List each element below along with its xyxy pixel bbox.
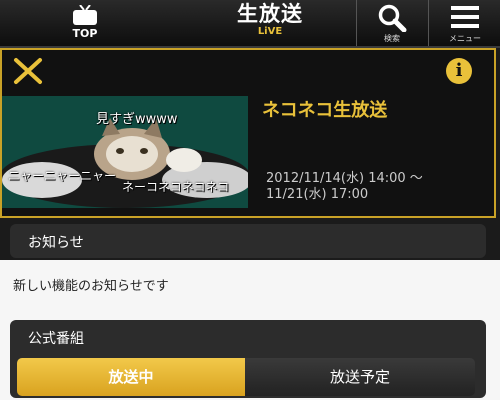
notice-message[interactable]: 新しい機能のお知らせです [13, 275, 169, 294]
official-tabs: 放送中 放送予定 [17, 358, 475, 396]
program-title[interactable]: ネコネコ生放送 [262, 96, 387, 122]
official-title: 公式番組 [28, 331, 84, 347]
header-divider [356, 0, 357, 46]
search-icon [378, 4, 407, 32]
header-divider [428, 0, 429, 46]
schedule-end: 11/21(水) 17:00 [266, 187, 369, 202]
brand-logo[interactable]: 生放送 LiVE [220, 2, 320, 44]
menu-button[interactable]: メニュー [430, 0, 500, 46]
thumbnail-caption: 見すぎwwww [96, 112, 178, 127]
notice-title: お知らせ [28, 235, 84, 251]
tab-scheduled[interactable]: 放送予定 [245, 358, 475, 396]
schedule-start: 2012/11/14(水) 14:00 ～ [266, 171, 423, 186]
thumbnail-caption: ニャーニャーニャー [8, 169, 117, 183]
thumbnail-caption: ネーコネコネコネコ [122, 180, 230, 194]
tv-icon [73, 5, 97, 25]
tab-on-air[interactable]: 放送中 [17, 358, 245, 396]
notice-panel: 新しい機能のお知らせです [0, 260, 500, 308]
menu-label: メニュー [449, 34, 481, 43]
brand-live-label: LiVE [257, 26, 283, 37]
info-icon[interactable]: i [446, 58, 472, 84]
app-header: TOP 生放送 LiVE 検索 メニュー [0, 0, 500, 48]
brand-title: 生放送 [237, 2, 303, 26]
program-schedule: 2012/11/14(水) 14:00 ～ 11/21(水) 17:00 [266, 171, 496, 203]
top-label: TOP [72, 27, 98, 40]
hamburger-menu-icon [451, 6, 479, 28]
search-label: 検索 [384, 34, 400, 43]
program-thumbnail[interactable]: 見すぎwwww ニャーニャーニャー ネーコネコネコネコ [2, 96, 248, 208]
top-button[interactable]: TOP [55, 3, 115, 43]
notice-header: お知らせ [10, 224, 486, 258]
close-icon[interactable] [12, 57, 44, 85]
search-button[interactable]: 検索 [358, 0, 426, 46]
